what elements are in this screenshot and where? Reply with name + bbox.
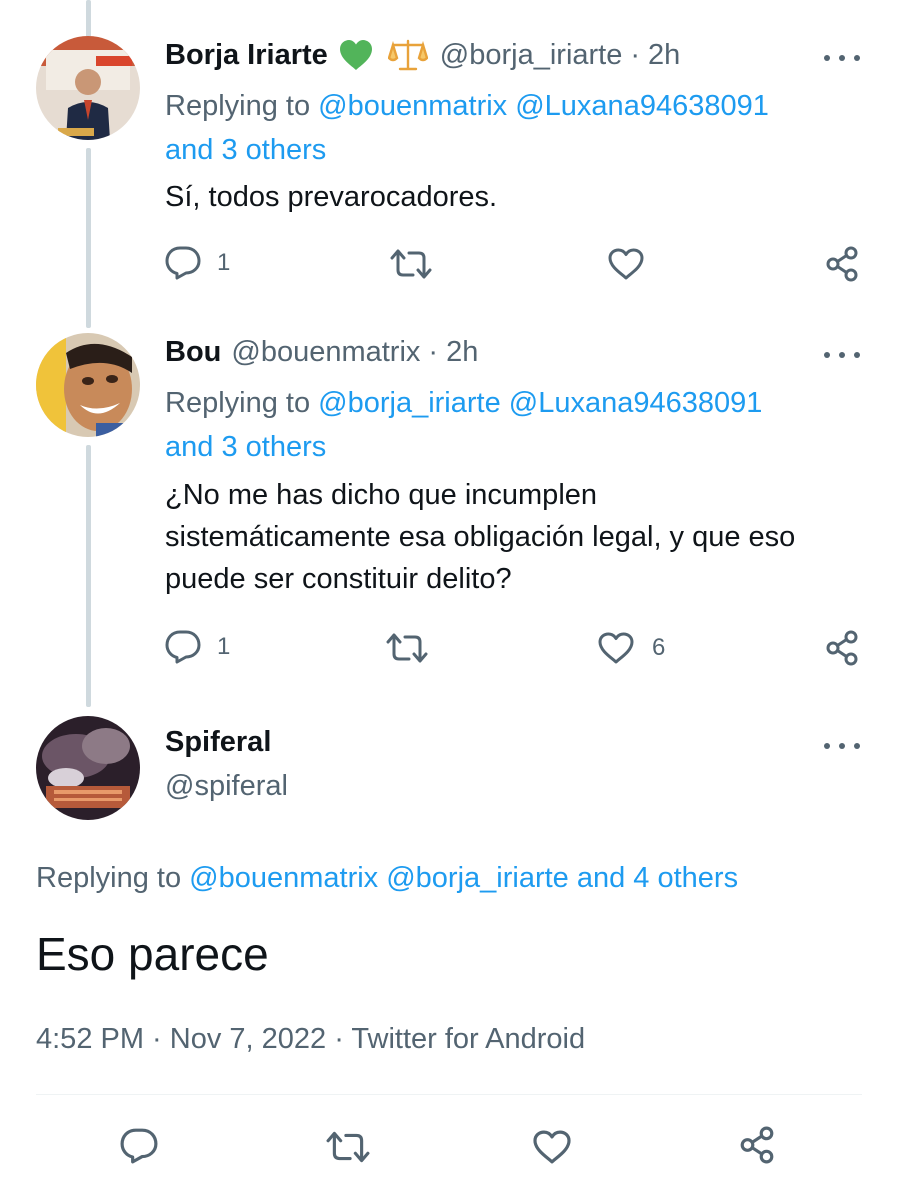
like-button[interactable]: 6 bbox=[598, 632, 665, 664]
like-icon bbox=[598, 632, 634, 664]
share-icon bbox=[740, 1126, 774, 1164]
tweet-text-line: puede ser constituir delito? bbox=[165, 563, 512, 595]
divider bbox=[36, 1094, 862, 1095]
reply-icon bbox=[165, 630, 201, 664]
avatar[interactable] bbox=[36, 36, 140, 140]
separator-dot: · bbox=[428, 336, 439, 368]
share-button[interactable] bbox=[824, 246, 860, 282]
tweet-header: Spiferal bbox=[165, 726, 271, 759]
reply-count: 1 bbox=[217, 633, 231, 660]
replying-to-others[interactable]: and 3 others bbox=[165, 128, 326, 172]
retweet-icon bbox=[390, 249, 432, 279]
replying-to: Replying to @borja_iriarte @Luxana946380… bbox=[165, 387, 763, 419]
replying-to: Replying to @bouenmatrix @borja_iriarte … bbox=[36, 862, 739, 894]
tweet-text-line: ¿No me has dicho que incumplen bbox=[165, 479, 598, 511]
tweet-header: Borja Iriarte @borja_iriarte · 2h bbox=[165, 38, 680, 72]
reply-button[interactable]: 1 bbox=[165, 246, 230, 280]
retweet-icon bbox=[386, 633, 428, 663]
share-icon bbox=[826, 630, 858, 666]
display-name[interactable]: Bou bbox=[165, 336, 221, 369]
like-icon bbox=[608, 248, 644, 280]
retweet-button[interactable] bbox=[386, 632, 428, 664]
retweet-button[interactable] bbox=[390, 248, 432, 280]
reply-mentions[interactable]: @bouenmatrix @Luxana94638091 bbox=[318, 90, 769, 122]
share-button[interactable] bbox=[738, 1126, 776, 1164]
handle[interactable]: @bouenmatrix bbox=[231, 336, 420, 369]
display-name[interactable]: Spiferal bbox=[165, 726, 271, 759]
reply-mentions[interactable]: @bouenmatrix @borja_iriarte and 4 others bbox=[189, 862, 738, 894]
like-count: 6 bbox=[652, 634, 666, 661]
replying-to-others[interactable]: and 3 others bbox=[165, 425, 326, 469]
reply-button[interactable]: 1 bbox=[165, 630, 230, 664]
tweet-timestamp[interactable]: 4:52 PM · Nov 7, 2022 · Twitter for Andr… bbox=[36, 1020, 585, 1058]
thread-line bbox=[86, 0, 91, 38]
avatar[interactable] bbox=[36, 716, 140, 820]
tweet-header: Bou @bouenmatrix · 2h bbox=[165, 336, 478, 369]
thread-line bbox=[86, 148, 91, 328]
retweet-icon bbox=[326, 1131, 370, 1163]
share-icon bbox=[826, 246, 858, 282]
timestamp[interactable]: 2h bbox=[446, 336, 478, 369]
timestamp[interactable]: 2h bbox=[648, 39, 680, 72]
more-icon[interactable] bbox=[820, 736, 864, 756]
reply-mentions[interactable]: @borja_iriarte @Luxana94638091 bbox=[318, 387, 762, 419]
handle[interactable]: @spiferal bbox=[165, 770, 288, 803]
like-button[interactable] bbox=[532, 1130, 572, 1164]
separator-dot: · bbox=[630, 38, 641, 71]
more-icon[interactable] bbox=[820, 48, 864, 68]
reply-button[interactable] bbox=[120, 1128, 158, 1164]
scales-icon bbox=[387, 38, 428, 72]
reply-icon bbox=[120, 1128, 158, 1164]
green-heart-icon bbox=[338, 39, 374, 71]
tweet-text: Sí, todos prevarocadores. bbox=[165, 181, 498, 213]
handle-row: @spiferal bbox=[165, 770, 288, 803]
reply-count: 1 bbox=[217, 249, 231, 276]
share-button[interactable] bbox=[824, 630, 860, 666]
tweet-text-line: sistemáticamente esa obligación legal, y… bbox=[165, 521, 796, 553]
like-button[interactable] bbox=[608, 248, 644, 280]
replying-to: Replying to @bouenmatrix @Luxana94638091 bbox=[165, 90, 769, 122]
main-tweet-text: Eso parece bbox=[36, 928, 269, 980]
thread-line bbox=[86, 445, 91, 707]
reply-icon bbox=[165, 246, 201, 280]
more-icon[interactable] bbox=[820, 345, 864, 365]
retweet-button[interactable] bbox=[326, 1130, 370, 1164]
tweet-text: ¿No me has dicho que incumplen sistemáti… bbox=[165, 474, 865, 600]
avatar[interactable] bbox=[36, 333, 140, 437]
display-name[interactable]: Borja Iriarte bbox=[165, 39, 328, 72]
handle[interactable]: @borja_iriarte bbox=[440, 39, 623, 72]
like-icon bbox=[533, 1130, 571, 1164]
